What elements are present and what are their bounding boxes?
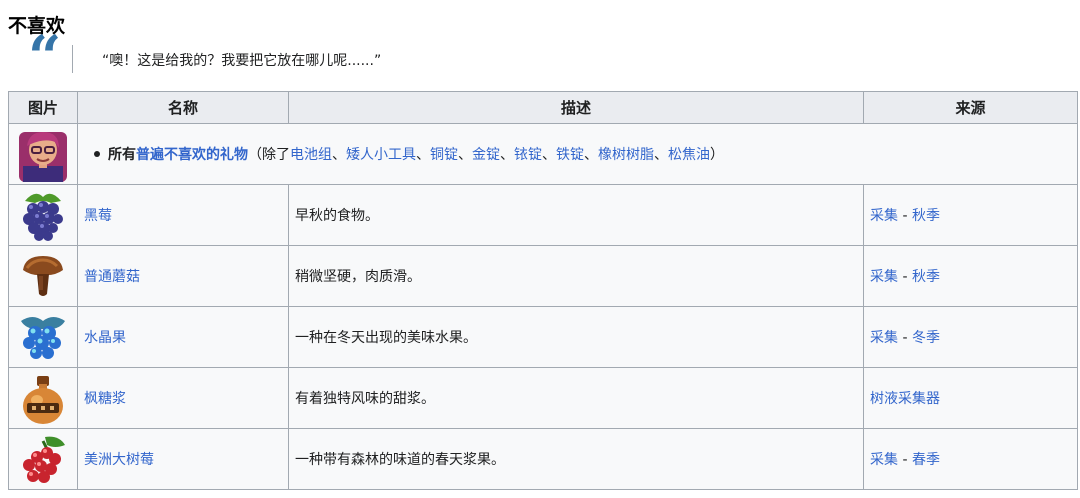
exception-link[interactable]: 铁锭 <box>556 147 584 163</box>
image-cell <box>8 306 78 368</box>
separator: 、 <box>584 147 598 163</box>
source-dash: - <box>902 208 908 224</box>
source-dash: - <box>902 330 908 346</box>
source-link[interactable]: 采集 <box>870 208 898 224</box>
table-row: 普通蘑菇 稍微坚硬，肉质滑。 采集 - 秋季 <box>8 245 1078 307</box>
season-link[interactable]: 春季 <box>912 452 940 468</box>
portrait-cell <box>8 123 78 185</box>
name-cell: 美洲大树莓 <box>77 428 289 490</box>
season-link[interactable]: 冬季 <box>912 330 940 346</box>
salmonberry-icon <box>23 436 65 483</box>
dislike-quote: “噢！这是给我的？我要把它放在哪儿呢......” <box>102 53 382 69</box>
table-row: 所有普遍不喜欢的礼物（除了电池组、矮人小工具、铜锭、金锭、铱锭、铁锭、橡树树脂、… <box>8 123 1078 185</box>
exception-link[interactable]: 松焦油 <box>668 147 710 163</box>
source-link[interactable]: 采集 <box>870 452 898 468</box>
universal-dislikes-note: 所有普遍不喜欢的礼物（除了电池组、矮人小工具、铜锭、金锭、铱锭、铁锭、橡树树脂、… <box>77 123 1078 185</box>
maple-syrup-icon <box>23 376 63 424</box>
source-dash: - <box>902 269 908 285</box>
table-row: 黑莓 早秋的食物。 采集 - 秋季 <box>8 184 1078 246</box>
universal-dislikes-link[interactable]: 普遍不喜欢的礼物 <box>136 147 248 163</box>
blackberry-icon <box>23 193 63 241</box>
note-open-paren: （除了 <box>248 147 290 163</box>
crystal-fruit-icon <box>21 317 65 359</box>
description-cell: 早秋的食物。 <box>288 184 864 246</box>
note-close-paren: ） <box>710 147 724 163</box>
image-cell <box>8 184 78 246</box>
exception-link[interactable]: 铱锭 <box>514 147 542 163</box>
exception-link[interactable]: 铜锭 <box>430 147 458 163</box>
source-cell: 采集 - 秋季 <box>863 184 1078 246</box>
source-link[interactable]: 树液采集器 <box>870 391 940 407</box>
name-cell: 枫糖浆 <box>77 367 289 429</box>
source-cell: 采集 - 秋季 <box>863 245 1078 307</box>
item-name-link[interactable]: 水晶果 <box>84 330 126 346</box>
item-name-link[interactable]: 枫糖浆 <box>84 391 126 407</box>
common-mushroom-icon <box>23 256 63 296</box>
source-link[interactable]: 采集 <box>870 330 898 346</box>
header-source: 来源 <box>863 91 1078 124</box>
table-header-row: 图片 名称 描述 来源 <box>8 91 1078 124</box>
separator: 、 <box>416 147 430 163</box>
exception-link[interactable]: 金锭 <box>472 147 500 163</box>
name-cell: 普通蘑菇 <box>77 245 289 307</box>
source-cell: 采集 - 冬季 <box>863 306 1078 368</box>
name-cell: 黑莓 <box>77 184 289 246</box>
table-row: 枫糖浆 有着独特风味的甜浆。 树液采集器 <box>8 367 1078 429</box>
header-name: 名称 <box>77 91 289 124</box>
quote-mark-icon: “ <box>28 23 61 91</box>
separator: 、 <box>542 147 556 163</box>
description-cell: 有着独特风味的甜浆。 <box>288 367 864 429</box>
description-cell: 一种带有森林的味道的春天浆果。 <box>288 428 864 490</box>
season-link[interactable]: 秋季 <box>912 269 940 285</box>
header-image: 图片 <box>8 91 78 124</box>
bullet-icon <box>94 151 100 157</box>
header-description: 描述 <box>288 91 864 124</box>
separator: 、 <box>332 147 346 163</box>
table-row: 美洲大树莓 一种带有森林的味道的春天浆果。 采集 - 春季 <box>8 428 1078 490</box>
separator: 、 <box>654 147 668 163</box>
image-cell <box>8 367 78 429</box>
source-dash: - <box>902 452 908 468</box>
item-name-link[interactable]: 黑莓 <box>84 208 112 224</box>
name-cell: 水晶果 <box>77 306 289 368</box>
exception-link[interactable]: 电池组 <box>290 147 332 163</box>
image-cell <box>8 245 78 307</box>
description-cell: 稍微坚硬，肉质滑。 <box>288 245 864 307</box>
description-cell: 一种在冬天出现的美味水果。 <box>288 306 864 368</box>
separator: 、 <box>500 147 514 163</box>
quote-divider <box>72 45 73 73</box>
season-link[interactable]: 秋季 <box>912 208 940 224</box>
source-link[interactable]: 采集 <box>870 269 898 285</box>
villager-portrait-icon <box>19 132 67 182</box>
note-prefix: 所有 <box>108 147 136 163</box>
exception-link[interactable]: 矮人小工具 <box>346 147 416 163</box>
item-name-link[interactable]: 美洲大树莓 <box>84 452 154 468</box>
exception-link[interactable]: 橡树树脂 <box>598 147 654 163</box>
dislike-gifts-table: 图片 名称 描述 来源 所有普遍不喜欢的礼物（除了电池组、矮人小工具、铜锭、金锭… <box>8 91 1078 490</box>
separator: 、 <box>458 147 472 163</box>
source-cell: 树液采集器 <box>863 367 1078 429</box>
image-cell <box>8 428 78 490</box>
table-row: 水晶果 一种在冬天出现的美味水果。 采集 - 冬季 <box>8 306 1078 368</box>
item-name-link[interactable]: 普通蘑菇 <box>84 269 140 285</box>
source-cell: 采集 - 春季 <box>863 428 1078 490</box>
